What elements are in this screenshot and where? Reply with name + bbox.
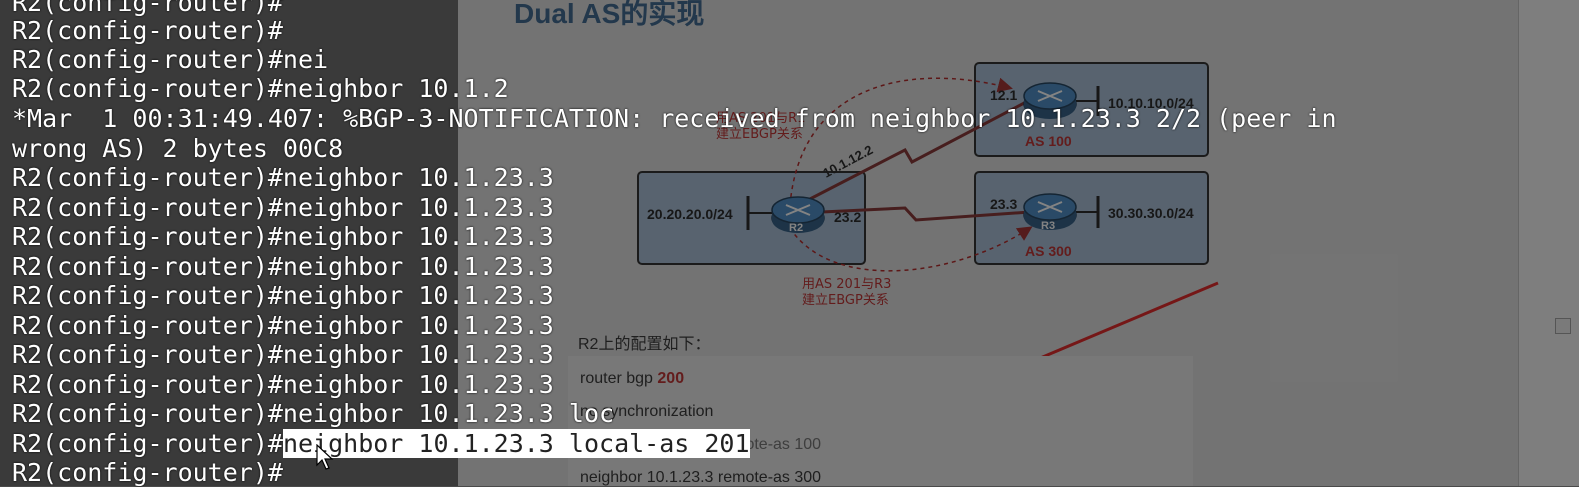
as300-label: AS 300	[1025, 243, 1072, 259]
note-bottom-line-2: 建立EBGP关系	[802, 293, 889, 308]
terminal-prompt-line[interactable]: R2(config-router)#	[12, 458, 283, 487]
r3-network-label: 30.30.30.0/24	[1108, 205, 1194, 221]
terminal-line: R2(config-router)#neighbor 10.1.23.3	[12, 340, 554, 369]
note-bottom-line-1: 用AS 201与R3	[802, 277, 891, 292]
terminal-line: R2(config-router)#neighbor 10.1.23.3 loc	[12, 399, 615, 428]
terminal-line: R2(config-router)#neighbor 10.1.23.3	[12, 163, 554, 192]
terminal-line: R2(config-router)#	[12, 16, 283, 45]
terminal-prompt: R2(config-router)#	[12, 429, 283, 458]
config-line-text: router bgp	[580, 370, 658, 387]
r2-name-label: R2	[789, 222, 803, 234]
terminal-line: R2(config-router)#neighbor 10.1.23.3	[12, 311, 554, 340]
terminal-selected-command[interactable]: neighbor 10.1.23.3 local-as 201	[282, 429, 750, 458]
r3-name-label: R3	[1041, 220, 1055, 232]
terminal-line: R2(config-router)#neighbor 10.1.23.3	[12, 222, 554, 251]
config-line: router bgp 200	[580, 370, 684, 388]
config-intro: R2上的配置如下：	[578, 336, 711, 353]
r1-intf-label: 12.1	[990, 87, 1017, 103]
terminal-line: *Mar 1 00:31:49.407: %BGP-3-NOTIFICATION…	[12, 104, 1337, 133]
terminal-line: R2(config-router)#neighbor 10.1.23.3	[12, 281, 554, 310]
r3-intf-label: 23.3	[990, 196, 1017, 212]
config-line: neighbor 10.1.23.3 remote-as 300	[580, 469, 822, 486]
r2-intf-label: 23.2	[834, 209, 861, 225]
terminal-line: R2(config-router)#neighbor 10.1.2	[12, 74, 509, 103]
mouse-cursor-icon	[316, 444, 334, 470]
r2-network-label: 20.20.20.0/24	[647, 206, 733, 222]
as100-label: AS 100	[1025, 133, 1072, 149]
terminal-line: R2(config-router)#neighbor 10.1.23.3	[12, 370, 554, 399]
terminal-line: R2(config-router)#	[12, 0, 283, 17]
config-as-number: 200	[657, 370, 685, 387]
terminal-line: R2(config-router)#neighbor 10.1.23.3	[12, 193, 554, 222]
terminal-line: R2(config-router)#neighbor 10.1.23.3	[12, 252, 554, 281]
terminal-line: wrong AS) 2 bytes 00C8	[12, 134, 344, 163]
terminal-line-current: R2(config-router)#neighbor 10.1.23.3 loc…	[12, 429, 750, 458]
terminal-line: R2(config-router)#nei	[12, 45, 329, 74]
